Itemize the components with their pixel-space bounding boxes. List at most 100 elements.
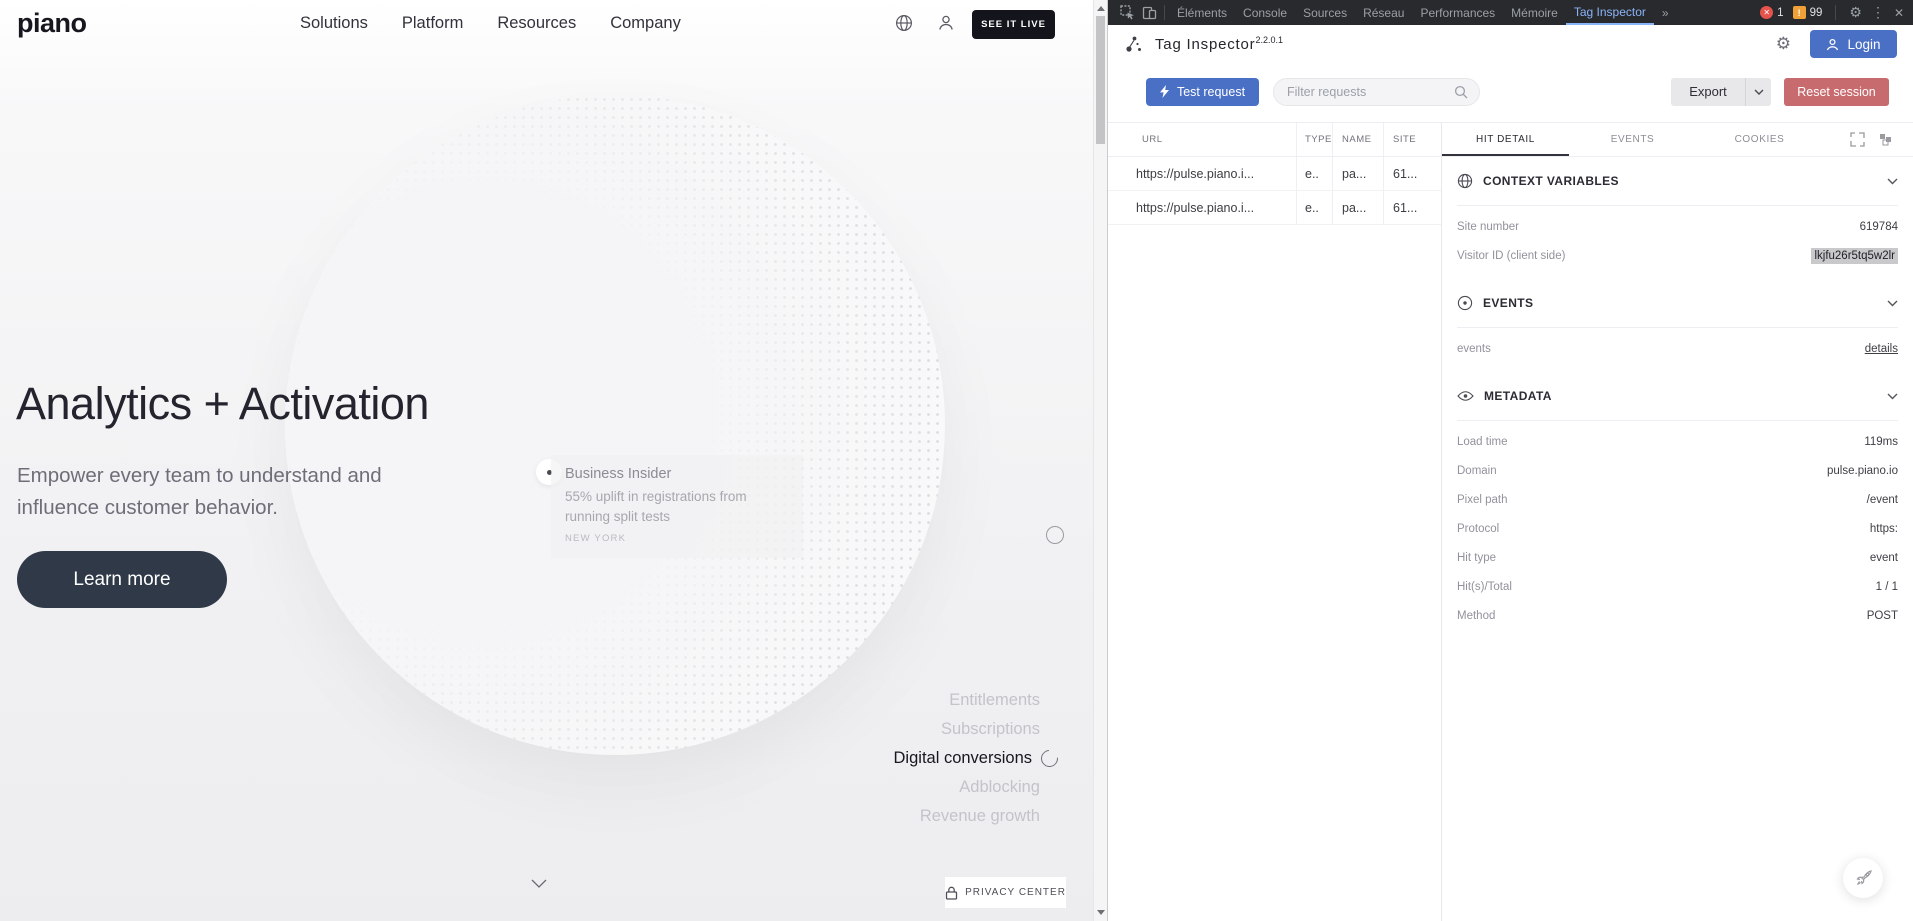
hit-detail-panel: HIT DETAIL EVENTS COOKIES CONTEXT VARIAB… (1442, 123, 1913, 921)
events-details-link[interactable]: details (1865, 343, 1898, 355)
devtools-tab-sources[interactable]: Sources (1295, 0, 1355, 25)
request-type: e.. (1296, 157, 1332, 190)
devtools-tab-performance[interactable]: Performances (1412, 0, 1503, 25)
scrollbar-down-arrow[interactable] (1097, 910, 1105, 915)
piano-logo[interactable]: piano (17, 8, 87, 39)
carousel-item-subscriptions[interactable]: Subscriptions (941, 720, 1040, 739)
login-button[interactable]: Login (1810, 30, 1897, 58)
see-it-live-button[interactable]: SEE IT LIVE (972, 10, 1055, 39)
row-label: Load time (1457, 436, 1508, 448)
carousel-item-entitlements[interactable]: Entitlements (949, 691, 1040, 710)
nav-platform[interactable]: Platform (402, 14, 463, 33)
login-person-icon (1826, 38, 1839, 51)
row-label: Hit(s)/Total (1457, 581, 1512, 593)
devtools-kebab-menu-icon[interactable]: ⋮ (1871, 4, 1885, 21)
panel-title-text: Tag Inspector (1155, 36, 1255, 53)
requests-table: URL TYPE NAME SITE https://pulse.piano.i… (1108, 123, 1442, 921)
row-label: Hit type (1457, 552, 1496, 564)
detail-row: Load time 119ms (1457, 427, 1898, 456)
pixel-path-value: /event (1867, 494, 1898, 506)
nav-resources[interactable]: Resources (497, 14, 576, 33)
device-toolbar-icon[interactable] (1138, 0, 1160, 25)
filter-requests-input[interactable] (1285, 84, 1454, 100)
inspect-element-icon[interactable] (1116, 0, 1138, 25)
column-header-name[interactable]: NAME (1332, 123, 1383, 156)
toolbar-separator (1835, 5, 1836, 20)
section-title: EVENTS (1483, 296, 1533, 310)
tab-hit-detail[interactable]: HIT DETAIL (1442, 123, 1569, 156)
dock-icon[interactable] (1878, 132, 1893, 147)
console-errors-badge[interactable]: ✕ 1 (1760, 6, 1783, 19)
section-events[interactable]: EVENTS (1457, 279, 1898, 328)
carousel-item-digital-conversions[interactable]: Digital conversions (894, 749, 1058, 768)
learn-more-button[interactable]: Learn more (17, 551, 227, 608)
site-nav: Solutions Platform Resources Company (300, 14, 681, 33)
column-header-site[interactable]: SITE (1383, 123, 1441, 156)
page-scrollbar[interactable] (1093, 0, 1107, 921)
row-label: Domain (1457, 465, 1497, 477)
tag-inspector-toolbar: Test request Export Reset session (1108, 63, 1913, 120)
devtools-tab-console[interactable]: Console (1235, 0, 1295, 25)
tab-events[interactable]: EVENTS (1569, 123, 1696, 156)
console-warnings-badge[interactable]: ! 99 (1793, 6, 1823, 19)
column-header-url[interactable]: URL (1108, 123, 1296, 156)
detail-row: Hit(s)/Total 1 / 1 (1457, 572, 1898, 601)
test-request-button[interactable]: Test request (1146, 78, 1259, 106)
devtools-settings-gear-icon[interactable]: ⚙ (1849, 4, 1862, 21)
tab-cookies[interactable]: COOKIES (1696, 123, 1823, 156)
devtools-tab-memory[interactable]: Mémoire (1503, 0, 1566, 25)
nav-solutions[interactable]: Solutions (300, 14, 368, 33)
eye-icon (1457, 390, 1474, 402)
account-person-icon[interactable] (937, 14, 955, 32)
privacy-center-button[interactable]: PRIVACY CENTER (945, 877, 1066, 908)
export-chevron-down-icon[interactable] (1746, 89, 1771, 95)
carousel-item-revenue-growth[interactable]: Revenue growth (920, 807, 1040, 826)
lightning-icon (1160, 85, 1169, 98)
globe-icon (1457, 173, 1473, 189)
carousel-item-adblocking[interactable]: Adblocking (959, 778, 1040, 797)
export-button[interactable]: Export (1671, 78, 1771, 106)
devtools-tab-network[interactable]: Réseau (1355, 0, 1412, 25)
more-tabs-chevrons-icon[interactable]: » (1654, 0, 1677, 25)
scroll-down-chevron-icon[interactable] (531, 879, 547, 888)
section-context-variables[interactable]: CONTEXT VARIABLES (1457, 157, 1898, 206)
testimonial-location: NEW YORK (565, 533, 803, 544)
reset-session-button[interactable]: Reset session (1784, 78, 1889, 106)
chevron-down-icon[interactable] (1887, 393, 1898, 400)
request-url: https://pulse.piano.i... (1108, 191, 1296, 224)
detail-row: Pixel path /event (1457, 485, 1898, 514)
devtools-status-cluster: ✕ 1 ! 99 ⚙ ⋮ ✕ (1760, 4, 1913, 21)
language-globe-icon[interactable] (895, 14, 913, 32)
carousel-progress-icon (1038, 747, 1062, 771)
chevron-down-icon[interactable] (1887, 300, 1898, 307)
scrollbar-up-arrow[interactable] (1097, 6, 1105, 11)
testimonial-card: Business Insider 55% uplift in registrat… (551, 455, 803, 558)
request-row[interactable]: https://pulse.piano.i... e.. pa... 61... (1108, 157, 1441, 191)
requests-table-header: URL TYPE NAME SITE (1108, 123, 1441, 157)
domain-value: pulse.piano.io (1827, 465, 1898, 477)
scrollbar-thumb[interactable] (1096, 16, 1105, 144)
section-metadata[interactable]: METADATA (1457, 372, 1898, 421)
devtools-close-icon[interactable]: ✕ (1894, 6, 1904, 20)
chevron-down-icon[interactable] (1887, 178, 1898, 185)
error-icon: ✕ (1760, 6, 1773, 19)
hit-type-value: event (1870, 552, 1898, 564)
search-icon (1454, 85, 1468, 99)
request-row[interactable]: https://pulse.piano.i... e.. pa... 61... (1108, 191, 1441, 225)
devtools-tab-bar: Éléments Console Sources Réseau Performa… (1108, 0, 1913, 25)
warning-icon: ! (1793, 6, 1806, 19)
panel-settings-gear-icon[interactable]: ⚙ (1776, 34, 1791, 54)
section-title: METADATA (1484, 389, 1552, 403)
expand-icon[interactable] (1850, 132, 1865, 147)
column-header-type[interactable]: TYPE (1296, 123, 1332, 156)
devtools-tab-elements[interactable]: Éléments (1169, 0, 1235, 25)
devtools-pane: Éléments Console Sources Réseau Performa… (1107, 0, 1913, 921)
request-site: 61... (1383, 191, 1441, 224)
feedback-rocket-button[interactable] (1843, 858, 1883, 898)
row-label: Site number (1457, 221, 1519, 233)
nav-company[interactable]: Company (610, 14, 681, 33)
devtools-tab-tag-inspector[interactable]: Tag Inspector (1566, 0, 1654, 25)
site-number-value: 619784 (1860, 221, 1898, 233)
detail-tabs: HIT DETAIL EVENTS COOKIES (1442, 123, 1913, 157)
detail-row: Visitor ID (client side) lkjfu26r5tq5w2l… (1457, 241, 1898, 270)
